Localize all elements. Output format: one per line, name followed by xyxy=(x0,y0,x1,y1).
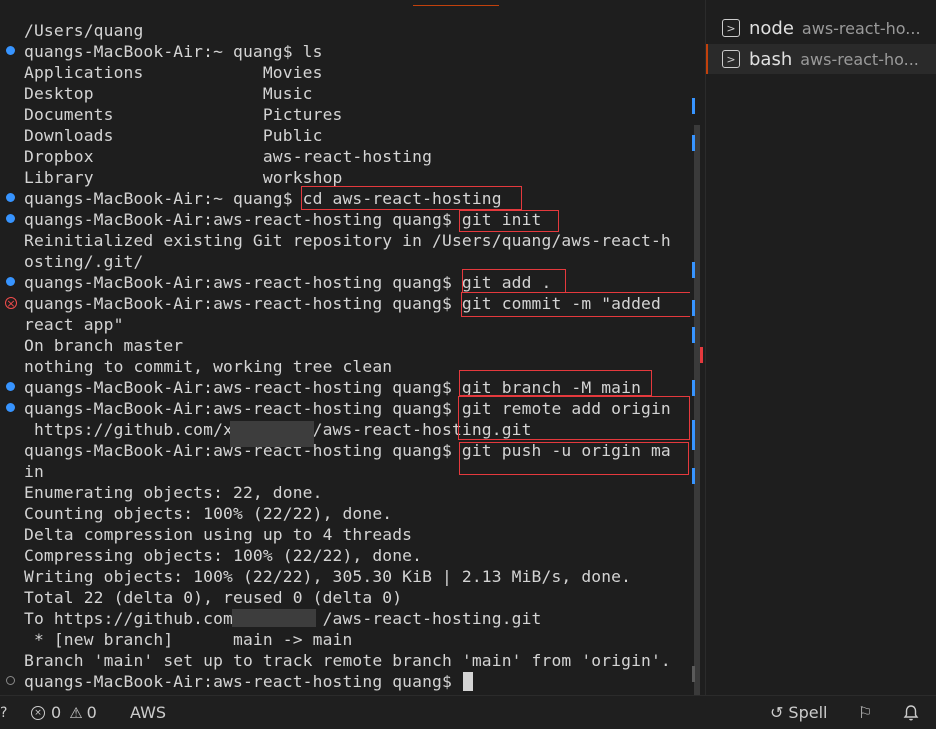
terminal-tab-node[interactable]: > node aws-react-ho... xyxy=(706,13,936,43)
terminal-line: Enumerating objects: 22, done. xyxy=(24,483,323,502)
terminal-output[interactable]: /Users/quang quangs-MacBook-Air:~ quang$… xyxy=(0,0,690,695)
feedback-icon: ⚐ xyxy=(858,703,873,722)
highlight-box xyxy=(458,396,690,440)
terminal-prompt-line: quangs-MacBook-Air:aws-react-hosting qua… xyxy=(24,672,462,691)
highlight-box xyxy=(461,292,690,317)
history-icon: ↺ xyxy=(770,703,784,722)
terminal-tab-name: node xyxy=(749,17,794,39)
terminal-line: Desktop Music xyxy=(24,84,313,103)
scrollbar-command-marker xyxy=(692,98,695,114)
terminal-line: in xyxy=(24,462,44,481)
warning-count: 0 xyxy=(86,703,97,722)
command-error-icon[interactable]: × xyxy=(5,297,17,310)
command-success-dot[interactable] xyxy=(6,382,15,391)
scrollbar-command-marker xyxy=(692,262,695,278)
terminal-line: Applications Movies xyxy=(24,63,323,82)
highlight-box xyxy=(459,370,652,396)
command-success-dot[interactable] xyxy=(6,277,15,286)
scrollbar-command-marker xyxy=(692,380,695,396)
command-success-dot[interactable] xyxy=(6,214,15,223)
terminal-line: Counting objects: 100% (22/22), done. xyxy=(24,504,393,523)
scrollbar-thumb[interactable] xyxy=(694,125,700,695)
scrollbar-command-marker xyxy=(692,468,695,484)
error-icon: × xyxy=(31,705,45,720)
terminal-line: nothing to commit, working tree clean xyxy=(24,357,393,376)
terminal-line: Dropbox aws-react-hosting xyxy=(24,147,433,166)
aws-label: AWS xyxy=(130,703,167,722)
terminal-cursor xyxy=(463,672,473,691)
terminal-tab-bash[interactable]: > bash aws-react-ho... xyxy=(706,44,936,74)
scrollbar-command-marker xyxy=(692,300,695,316)
terminal-line: Documents Pictures xyxy=(24,105,343,124)
terminal-line: /Users/quang xyxy=(24,21,144,40)
terminal-line: * [new branch] main -> main xyxy=(24,630,353,649)
aws-status-item[interactable]: AWS xyxy=(130,696,166,729)
terminal-line: Compressing objects: 100% (22/22), done. xyxy=(24,546,423,565)
redacted-username xyxy=(232,609,316,627)
highlight-box xyxy=(459,442,689,475)
spell-label: Spell xyxy=(788,703,828,722)
highlight-box xyxy=(301,186,522,210)
terminal-line: On branch master xyxy=(24,336,184,355)
active-tab-indicator xyxy=(413,5,499,6)
terminal-line: Downloads Public xyxy=(24,126,323,145)
terminal-line: react app" xyxy=(24,315,124,334)
terminal-line: osting/.git/ xyxy=(24,252,144,271)
terminal-icon: > xyxy=(722,19,740,37)
terminal-list-panel: > node aws-react-ho... > bash aws-react-… xyxy=(705,0,936,695)
terminal-line: Delta compression using up to 4 threads xyxy=(24,525,413,544)
spell-status-item[interactable]: ↺ Spell xyxy=(770,696,827,729)
terminal-tab-description: aws-react-ho... xyxy=(801,18,921,38)
bell-icon xyxy=(903,704,919,720)
remote-indicator[interactable]: ? xyxy=(0,696,8,729)
terminal-tab-description: aws-react-ho... xyxy=(800,49,919,69)
command-pending-dot[interactable] xyxy=(6,676,15,685)
terminal-line: Branch 'main' set up to track remote bra… xyxy=(24,651,671,670)
terminal-icon: > xyxy=(722,50,740,68)
scrollbar-error-marker xyxy=(700,347,703,363)
warning-icon: ⚠ xyxy=(69,703,83,722)
notifications-button[interactable] xyxy=(903,696,919,729)
redacted-username xyxy=(230,421,314,447)
terminal-tab-name: bash xyxy=(749,48,793,70)
scrollbar-position-marker xyxy=(692,666,695,682)
terminal-line: Reinitialized existing Git repository in… xyxy=(24,231,671,250)
problems-indicator[interactable]: × 0 ⚠ 0 xyxy=(31,696,97,729)
scrollbar-command-marker xyxy=(692,135,695,151)
terminal-scrollbar[interactable] xyxy=(690,0,704,695)
feedback-button[interactable]: ⚐ xyxy=(858,696,872,729)
terminal-line: quangs-MacBook-Air:~ quang$ ls xyxy=(24,42,323,61)
command-success-dot[interactable] xyxy=(6,193,15,202)
terminal-line: Library workshop xyxy=(24,168,343,187)
command-success-dot[interactable] xyxy=(6,403,15,412)
terminal-line: Writing objects: 100% (22/22), 305.30 Ki… xyxy=(24,567,632,586)
status-bar: ? × 0 ⚠ 0 AWS ↺ Spell ⚐ xyxy=(0,695,936,729)
scrollbar-command-marker xyxy=(692,420,695,450)
scrollbar-command-marker xyxy=(692,327,695,343)
terminal-line: Total 22 (delta 0), reused 0 (delta 0) xyxy=(24,588,403,607)
command-success-dot[interactable] xyxy=(6,46,15,55)
highlight-box xyxy=(462,269,566,293)
error-count: 0 xyxy=(51,703,62,722)
highlight-box xyxy=(459,210,559,232)
